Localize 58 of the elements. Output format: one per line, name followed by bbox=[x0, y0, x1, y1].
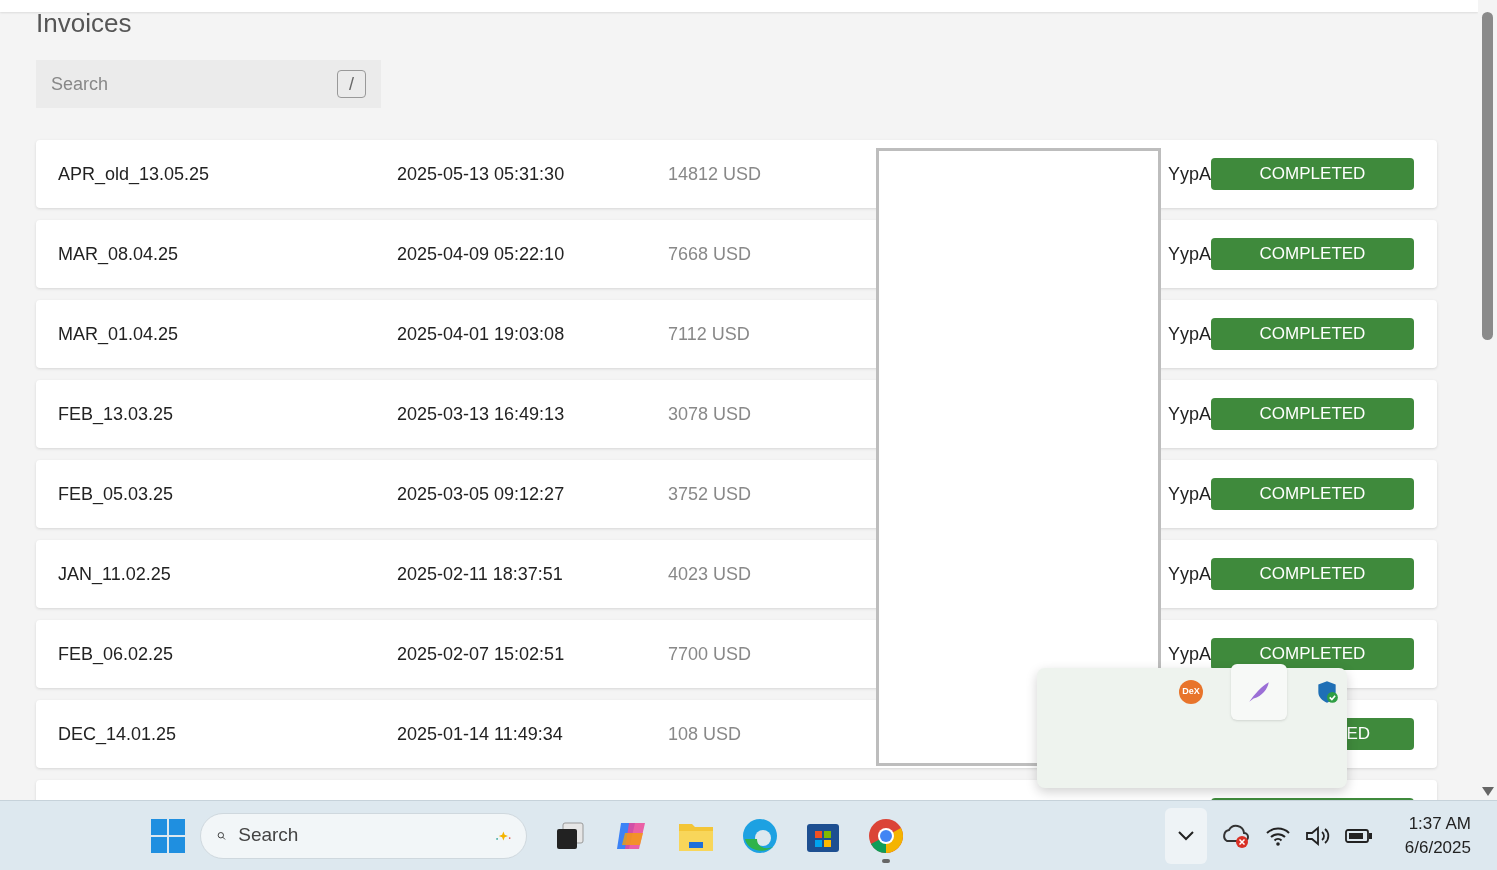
invoice-amount: 7700 USD bbox=[668, 642, 752, 666]
invoice-date: 2025-02-07 15:02:51 bbox=[397, 642, 566, 666]
invoice-name: MAR_08.04.25 bbox=[58, 242, 180, 267]
chevron-down-icon bbox=[1177, 830, 1194, 841]
invoice-reference: YypA bbox=[1167, 402, 1211, 426]
taskbar-search-field[interactable]: Search bbox=[200, 812, 527, 859]
windows-start-icon[interactable] bbox=[150, 817, 186, 854]
invoice-name: FEB_06.02.25 bbox=[58, 642, 175, 667]
clock-time: 1:37 AM bbox=[1408, 812, 1471, 835]
clock-date: 6/6/2025 bbox=[1404, 836, 1471, 859]
invoice-date: 2025-03-05 09:12:27 bbox=[397, 482, 566, 506]
status-badge: COMPLETED bbox=[1211, 158, 1414, 190]
invoice-date: 2025-04-01 19:03:08 bbox=[397, 322, 566, 346]
invoice-name: FEB_05.03.25 bbox=[58, 482, 175, 507]
invoice-amount: 7112 USD bbox=[668, 322, 750, 346]
invoice-reference: YypA bbox=[1167, 562, 1211, 586]
status-badge: COMPLETED bbox=[1211, 478, 1414, 510]
invoice-amount: 108 USD bbox=[668, 722, 742, 746]
invoice-reference: YypA bbox=[1167, 482, 1211, 506]
invoice-amount: 3078 USD bbox=[668, 402, 752, 426]
invoice-name: DEC_14.01.25 bbox=[58, 722, 178, 747]
status-badge: COMPLETED bbox=[1211, 318, 1414, 350]
invoice-amount: 14812 USD bbox=[668, 162, 762, 186]
invoice-amount: 7668 USD bbox=[668, 242, 752, 266]
invoice-reference: YypA bbox=[1167, 642, 1211, 666]
search-input[interactable]: Search bbox=[51, 70, 337, 98]
invoice-date: 2025-05-13 05:31:30 bbox=[397, 162, 566, 186]
edge-icon[interactable] bbox=[741, 816, 779, 855]
feather-tray-icon[interactable] bbox=[1231, 664, 1287, 720]
taskbar-search-input[interactable]: Search bbox=[238, 821, 484, 850]
invoice-amount: 3752 USD bbox=[668, 482, 752, 506]
page-title: Invoices bbox=[36, 12, 132, 34]
invoice-name: APR_old_13.05.25 bbox=[58, 162, 211, 187]
invoice-date: 2025-03-13 16:49:13 bbox=[397, 402, 566, 426]
status-badge: COMPLETED bbox=[1211, 238, 1414, 270]
status-badge: COMPLETED bbox=[1211, 558, 1414, 590]
invoice-date: 2025-01-14 11:49:34 bbox=[397, 722, 564, 746]
invoice-reference: YypA bbox=[1167, 322, 1211, 346]
invoice-amount: 4023 USD bbox=[668, 562, 752, 586]
shortcut-key: / bbox=[337, 70, 366, 98]
cloud-error-icon[interactable] bbox=[1220, 822, 1251, 849]
invoice-reference: YypA bbox=[1167, 242, 1211, 266]
dex-icon: DeX bbox=[1179, 680, 1203, 704]
invoice-date: 2025-04-09 05:22:10 bbox=[397, 242, 566, 266]
volume-icon[interactable] bbox=[1304, 824, 1331, 847]
scroll-down-icon[interactable] bbox=[1481, 787, 1494, 796]
status-badge: COMPLETED bbox=[1211, 398, 1414, 430]
running-indicator bbox=[882, 858, 890, 863]
battery-icon[interactable] bbox=[1344, 827, 1373, 844]
invoice-name: FEB_13.03.25 bbox=[58, 402, 175, 427]
invoice-name: MAR_01.04.25 bbox=[58, 322, 180, 347]
invoice-name: JAN_11.02.25 bbox=[58, 562, 172, 587]
invoice-reference: YypA bbox=[1167, 162, 1211, 186]
invoice-date: 2025-02-11 18:37:51 bbox=[397, 562, 564, 586]
scrollbar-thumb[interactable] bbox=[1482, 12, 1493, 340]
chrome-icon[interactable] bbox=[867, 816, 905, 855]
clock[interactable]: 1:37 AM 6/6/2025 bbox=[1404, 811, 1471, 860]
search-field[interactable]: Search / bbox=[36, 60, 381, 108]
